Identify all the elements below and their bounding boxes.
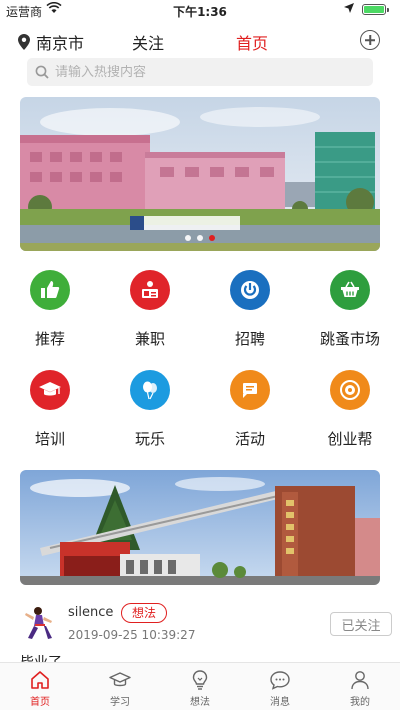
category-training[interactable]: 培训: [0, 370, 100, 449]
category-recruit[interactable]: 招聘: [200, 270, 300, 349]
tab-study[interactable]: 学习: [80, 663, 160, 710]
category-startup[interactable]: 创业帮: [300, 370, 400, 449]
thumbs-up-icon: [30, 270, 70, 310]
avatar[interactable]: [20, 604, 58, 642]
category-events[interactable]: 活动: [200, 370, 300, 449]
category-label: 跳蚤市场: [319, 330, 380, 348]
category-part-time[interactable]: 兼职: [100, 270, 200, 349]
post-tag-badge[interactable]: 想法: [121, 603, 168, 623]
carousel-dot-active[interactable]: [209, 235, 215, 241]
search-icon: [35, 65, 49, 79]
top-nav: 南京市 关注 首页: [0, 24, 400, 58]
tab-label: 学习: [110, 697, 130, 708]
category-label: 招聘: [234, 330, 265, 348]
tab-follow[interactable]: 关注: [132, 30, 164, 54]
tab-messages[interactable]: 消息: [240, 663, 320, 710]
post-card[interactable]: silence 想法 2019-09-25 10:39:27 已关注 毕业了: [0, 596, 400, 671]
post-timestamp: 2019-09-25 10:39:27: [68, 628, 196, 642]
category-label: 推荐: [34, 330, 65, 348]
campus-image: [20, 470, 380, 585]
tab-me[interactable]: 我的: [320, 663, 400, 710]
search-input[interactable]: [55, 64, 345, 80]
category-label: 兼职: [134, 330, 165, 348]
tab-ideas[interactable]: 想法: [160, 663, 240, 710]
city-selector[interactable]: 南京市: [18, 30, 84, 54]
location-pin-icon: [18, 34, 30, 50]
tab-label: 首页: [30, 697, 50, 708]
category-fun[interactable]: 玩乐: [100, 370, 200, 449]
flag-icon: [230, 370, 270, 410]
category-label: 创业帮: [327, 430, 373, 448]
tab-label: 消息: [270, 697, 290, 708]
battery-icon: [362, 4, 389, 15]
carousel-indicator[interactable]: [20, 235, 380, 241]
balloon-icon: [130, 370, 170, 410]
bottom-tab-bar: 首页 学习 想法 消息 我的: [0, 662, 400, 710]
tab-label: 想法: [190, 697, 210, 708]
status-bar: 运营商 下午1:36: [0, 0, 400, 20]
carousel-dot[interactable]: [185, 235, 191, 241]
add-button[interactable]: [360, 30, 380, 50]
clock: 下午1:36: [173, 5, 227, 19]
banner-image: [20, 97, 380, 251]
post-username[interactable]: silence: [68, 605, 113, 620]
bulb-icon: [192, 670, 208, 690]
location-arrow-icon: [343, 2, 355, 17]
campus-banner[interactable]: [20, 470, 380, 585]
category-recommend[interactable]: 推荐: [0, 270, 100, 349]
graduation-cap-icon: [30, 370, 70, 410]
id-card-icon: [130, 270, 170, 310]
search-bar[interactable]: [27, 58, 373, 86]
banner-carousel[interactable]: [20, 97, 380, 251]
city-label: 南京市: [36, 34, 85, 53]
graduation-cap-icon: [109, 672, 131, 687]
carousel-dot[interactable]: [197, 235, 203, 241]
power-icon: [230, 270, 270, 310]
category-label: 培训: [34, 430, 65, 448]
home-icon: [31, 671, 49, 689]
badge-icon: [330, 370, 370, 410]
tab-label: 我的: [350, 697, 370, 708]
category-label: 活动: [234, 430, 265, 448]
user-icon: [351, 671, 369, 690]
tab-home-bottom[interactable]: 首页: [0, 663, 80, 710]
tab-home[interactable]: 首页: [236, 30, 268, 54]
basket-icon: [330, 270, 370, 310]
chat-icon: [270, 671, 290, 690]
category-label: 玩乐: [134, 430, 165, 448]
followed-button[interactable]: 已关注: [330, 612, 392, 636]
category-flea-market[interactable]: 跳蚤市场: [300, 270, 400, 349]
